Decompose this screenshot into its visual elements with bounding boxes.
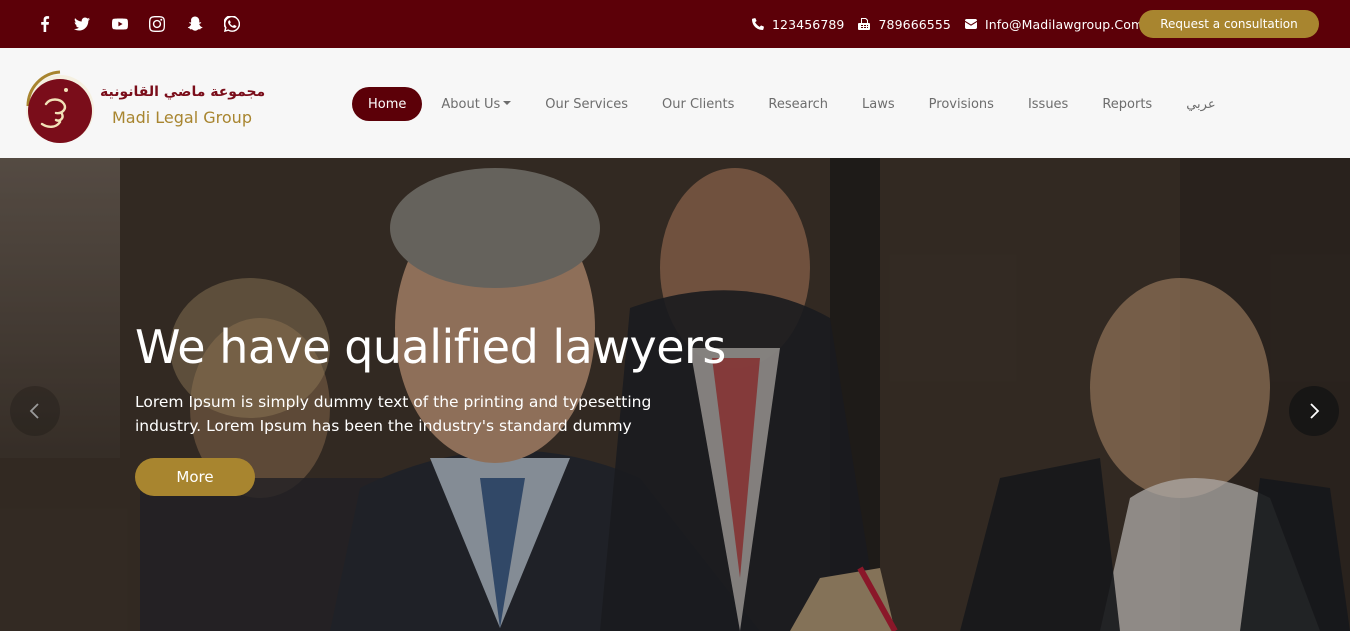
slider-next-button[interactable] [1289, 386, 1339, 436]
logo-english-text: Madi Legal Group [112, 108, 252, 127]
nav-about-us[interactable]: About Us [424, 87, 528, 121]
phone-item[interactable]: 123456789 [752, 17, 844, 32]
nav-laws[interactable]: Laws [845, 87, 912, 121]
hero-slider: We have qualified lawyers Lorem Ipsum is… [0, 158, 1350, 631]
social-links [26, 0, 251, 48]
instagram-icon[interactable] [139, 0, 177, 48]
facebook-icon[interactable] [26, 0, 64, 48]
main-navbar: مجموعة ماضي القانونية Madi Legal Group H… [0, 48, 1350, 158]
email-item[interactable]: Info@Madilawgroup.Com [964, 16, 1144, 32]
email-address: Info@Madilawgroup.Com [984, 16, 1144, 32]
nav-home[interactable]: Home [352, 87, 423, 121]
youtube-icon[interactable] [101, 0, 139, 48]
phone-icon [752, 18, 764, 30]
fax-icon [858, 18, 871, 30]
nav-issues[interactable]: Issues [1011, 87, 1085, 121]
more-button[interactable]: More [135, 458, 255, 496]
contact-info: 123456789 789666555 Info@Madilawgroup.Co… [752, 0, 1157, 48]
whatsapp-icon[interactable] [214, 0, 252, 48]
fax-item[interactable]: 789666555 [858, 16, 951, 32]
caret-down-icon [503, 101, 512, 105]
nav-our-services[interactable]: Our Services [528, 87, 645, 121]
top-bar: 123456789 789666555 Info@Madilawgroup.Co… [0, 0, 1350, 48]
nav-provisions[interactable]: Provisions [912, 87, 1011, 121]
hero-title: We have qualified lawyers [135, 320, 726, 374]
logo[interactable]: مجموعة ماضي القانونية Madi Legal Group [20, 64, 270, 144]
phone-number: 123456789 [772, 16, 845, 32]
nav-about-us-label: About Us [441, 96, 501, 112]
chevron-right-icon [1310, 403, 1320, 419]
fax-number: 789666555 [878, 16, 951, 32]
hero-description: Lorem Ipsum is simply dummy text of the … [135, 393, 652, 435]
nav-arabic-language[interactable]: عربي [1169, 87, 1232, 121]
chevron-left-icon [29, 403, 39, 419]
slider-prev-button[interactable] [10, 386, 60, 436]
snapchat-icon[interactable] [176, 0, 214, 48]
envelope-icon [964, 19, 977, 29]
nav-our-clients[interactable]: Our Clients [645, 87, 751, 121]
nav-reports[interactable]: Reports [1085, 87, 1169, 121]
nav-menu: Home About Us Our Services Our Clients R… [352, 87, 1233, 121]
request-consultation-button[interactable]: Request a consultation [1139, 10, 1319, 38]
logo-arabic-text: مجموعة ماضي القانونية [100, 84, 266, 100]
nav-research[interactable]: Research [751, 87, 845, 121]
twitter-icon[interactable] [64, 0, 102, 48]
logo-emblem-icon [26, 70, 94, 143]
